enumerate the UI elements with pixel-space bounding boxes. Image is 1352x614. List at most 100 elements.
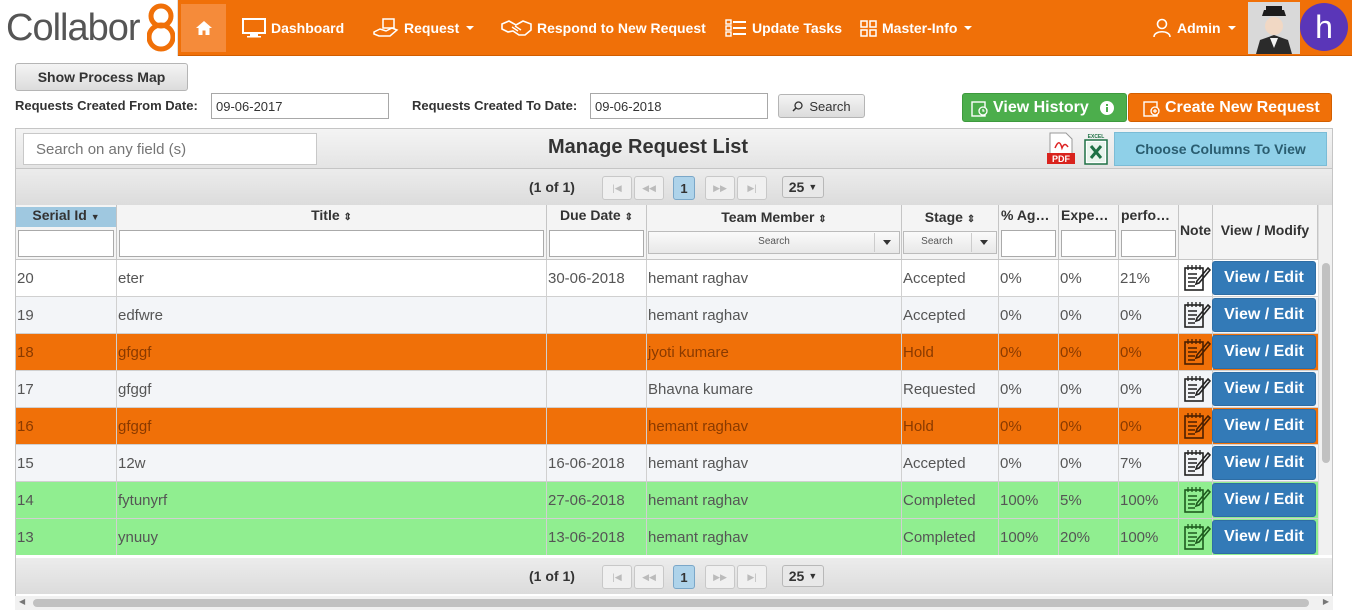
table-row[interactable]: 19 edfwre hemant raghav Accepted 0% 0% 0% View … (16, 297, 1318, 334)
col-age[interactable]: % Ag… (999, 205, 1059, 260)
scroll-left-icon[interactable]: ◀ (19, 597, 25, 606)
request-list-panel: Manage Request List PDF EXCEL Choose Col… (15, 128, 1333, 598)
note-edit-icon[interactable] (1183, 449, 1212, 477)
nav-request[interactable]: Request (373, 17, 475, 39)
date-search-button[interactable]: Search (778, 94, 865, 118)
note-edit-icon[interactable] (1183, 301, 1212, 329)
last-page-button[interactable]: ▶| (737, 176, 767, 200)
filter-due-date[interactable] (549, 230, 644, 257)
col-perf[interactable]: perfo… (1119, 205, 1179, 260)
view-edit-button[interactable]: View / Edit (1212, 520, 1316, 554)
prev-page-button[interactable]: ◀◀ (634, 565, 664, 589)
choose-columns-button[interactable]: Choose Columns To View (1114, 132, 1327, 166)
nav-respond[interactable]: Respond to New Request (501, 17, 706, 39)
first-page-button[interactable]: |◀ (602, 565, 632, 589)
cell-age: 0% (999, 445, 1059, 481)
note-edit-icon[interactable] (1183, 486, 1212, 514)
nav-update-tasks[interactable]: Update Tasks (725, 17, 842, 39)
cell-note[interactable] (1179, 334, 1213, 370)
view-edit-button[interactable]: View / Edit (1212, 335, 1316, 369)
view-edit-button[interactable]: View / Edit (1212, 446, 1316, 480)
home-button[interactable] (181, 4, 226, 52)
table-row[interactable]: 13 ynuuy 13-06-2018 hemant raghav Completed 1… (16, 519, 1318, 555)
table-row[interactable]: 15 12w 16-06-2018 hemant raghav Accepted 0% 0%… (16, 445, 1318, 482)
note-edit-icon[interactable] (1183, 523, 1212, 551)
col-stage-label: Stage ⇕ (924, 209, 976, 225)
to-date-input[interactable] (590, 93, 768, 119)
filter-perf[interactable] (1121, 230, 1176, 257)
table-row[interactable]: 17 gfggf Bhavna kumare Requested 0% 0% 0% View … (16, 371, 1318, 408)
chevron-down-icon (466, 26, 475, 30)
rows-per-page-value: 25 (788, 179, 805, 195)
cell-note[interactable] (1179, 519, 1213, 555)
filter-expe[interactable] (1061, 230, 1116, 257)
col-stage[interactable]: Stage ⇕ Search (902, 205, 999, 260)
excel-export-icon[interactable]: EXCEL (1083, 132, 1109, 165)
pdf-export-icon[interactable]: PDF (1046, 132, 1076, 165)
filter-age[interactable] (1001, 230, 1056, 257)
vertical-scroll-thumb[interactable] (1322, 263, 1330, 463)
cell-note[interactable] (1179, 371, 1213, 407)
nav-dashboard[interactable]: Dashboard (242, 17, 344, 39)
cell-note[interactable] (1179, 482, 1213, 518)
next-page-button[interactable]: ▶▶ (705, 176, 735, 200)
table-row[interactable]: 14 fytunyrf 27-06-2018 hemant raghav Complet… (16, 482, 1318, 519)
view-edit-button[interactable]: View / Edit (1212, 298, 1316, 332)
profile-avatar[interactable]: h (1300, 3, 1348, 51)
nav-master-info[interactable]: Master-Info (860, 17, 973, 39)
cell-age: 0% (999, 260, 1059, 296)
page-1-button[interactable]: 1 (673, 176, 695, 200)
horizontal-scroll-thumb[interactable] (33, 599, 1309, 607)
user-avatar-photo[interactable] (1248, 2, 1300, 54)
view-edit-button[interactable]: View / Edit (1212, 483, 1316, 517)
col-due-date[interactable]: Due Date ⇕ (547, 205, 647, 260)
note-edit-icon[interactable] (1183, 412, 1212, 440)
cell-note[interactable] (1179, 260, 1213, 296)
filter-serial-id[interactable] (18, 230, 114, 257)
prev-page-button[interactable]: ◀◀ (634, 176, 664, 200)
view-edit-button[interactable]: View / Edit (1212, 261, 1316, 295)
note-edit-icon[interactable] (1183, 338, 1212, 366)
note-edit-icon[interactable] (1183, 375, 1212, 403)
scroll-right-icon[interactable]: ▶ (1323, 597, 1329, 606)
col-serial-id-label: Serial Id ▼ (16, 207, 116, 227)
page-1-button[interactable]: 1 (673, 565, 695, 589)
cell-serial-id: 18 (16, 334, 117, 370)
cell-title: gfggf (117, 408, 547, 444)
view-edit-button[interactable]: View / Edit (1212, 372, 1316, 406)
admin-menu[interactable]: Admin (1152, 17, 1236, 39)
first-page-button[interactable]: |◀ (602, 176, 632, 200)
table-row[interactable]: 16 gfggf hemant raghav Hold 0% 0% 0% View / Edi… (16, 408, 1318, 445)
cell-serial-id: 19 (16, 297, 117, 333)
note-edit-icon[interactable] (1183, 264, 1212, 292)
cell-stage: Completed (902, 482, 999, 518)
show-process-map-button[interactable]: Show Process Map (15, 63, 188, 91)
rows-per-page-select[interactable]: 25 ▼ (782, 565, 824, 587)
horizontal-scrollbar[interactable]: ◀ ▶ (15, 596, 1333, 610)
global-search-input[interactable] (23, 133, 317, 165)
cell-perf: 100% (1119, 519, 1179, 555)
col-title[interactable]: Title ⇕ (117, 205, 547, 260)
view-history-button[interactable]: View History (962, 93, 1127, 122)
create-new-request-button[interactable]: Create New Request (1128, 93, 1332, 122)
col-view-modify-label: View / Modify (1220, 222, 1310, 238)
from-date-input[interactable] (211, 93, 389, 119)
filter-team-member[interactable]: Search (648, 231, 900, 254)
rows-per-page-select[interactable]: 25 ▼ (782, 176, 824, 198)
cell-note[interactable] (1179, 445, 1213, 481)
table-row[interactable]: 20 eter 30-06-2018 hemant raghav Accepted 0% 0… (16, 260, 1318, 297)
next-page-button[interactable]: ▶▶ (705, 565, 735, 589)
col-serial-id[interactable]: Serial Id ▼ (16, 205, 117, 260)
col-team-member[interactable]: Team Member ⇕ Search (647, 205, 902, 260)
filter-title[interactable] (119, 230, 544, 257)
last-page-button[interactable]: ▶| (737, 565, 767, 589)
filter-stage[interactable]: Search (903, 231, 997, 254)
app-logo[interactable]: Collabor (0, 0, 178, 56)
cell-note[interactable] (1179, 297, 1213, 333)
table-row[interactable]: 18 gfggf jyoti kumare Hold 0% 0% 0% View / Edit (16, 334, 1318, 371)
col-expe[interactable]: Expe… (1059, 205, 1119, 260)
vertical-scrollbar[interactable] (1318, 205, 1332, 555)
filter-stage-text: Search (921, 236, 953, 247)
cell-note[interactable] (1179, 408, 1213, 444)
view-edit-button[interactable]: View / Edit (1212, 409, 1316, 443)
